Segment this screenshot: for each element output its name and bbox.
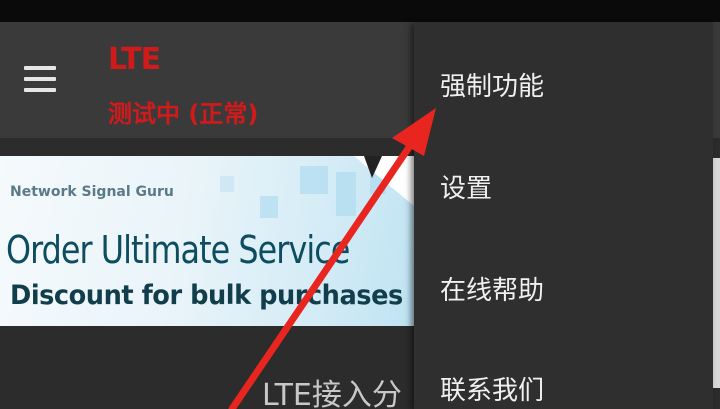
section-heading: LTE接入分 — [262, 378, 402, 409]
banner-subline: Discount for bulk purchases — [10, 280, 403, 311]
banner-corner-triangle — [354, 156, 414, 206]
background-panel-edge — [713, 158, 720, 388]
network-type-label: LTE — [108, 42, 161, 77]
menu-item-settings[interactable]: 设置 — [440, 168, 492, 205]
test-status-label: 测试中 (正常) — [108, 100, 259, 128]
menu-item-forced-functions[interactable]: 强制功能 — [440, 66, 544, 103]
banner-brand: Network Signal Guru — [10, 184, 174, 200]
menu-item-contact-us[interactable]: 联系我们 — [440, 370, 544, 407]
menu-item-online-help[interactable]: 在线帮助 — [440, 270, 544, 307]
banner-headline: Order Ultimate Service — [6, 228, 350, 272]
hamburger-menu-icon[interactable] — [24, 64, 58, 94]
overflow-menu: 强制功能 设置 在线帮助 联系我们 — [414, 22, 713, 409]
ad-banner[interactable]: Network Signal Guru Order Ultimate Servi… — [0, 156, 414, 326]
status-bar — [0, 0, 720, 22]
